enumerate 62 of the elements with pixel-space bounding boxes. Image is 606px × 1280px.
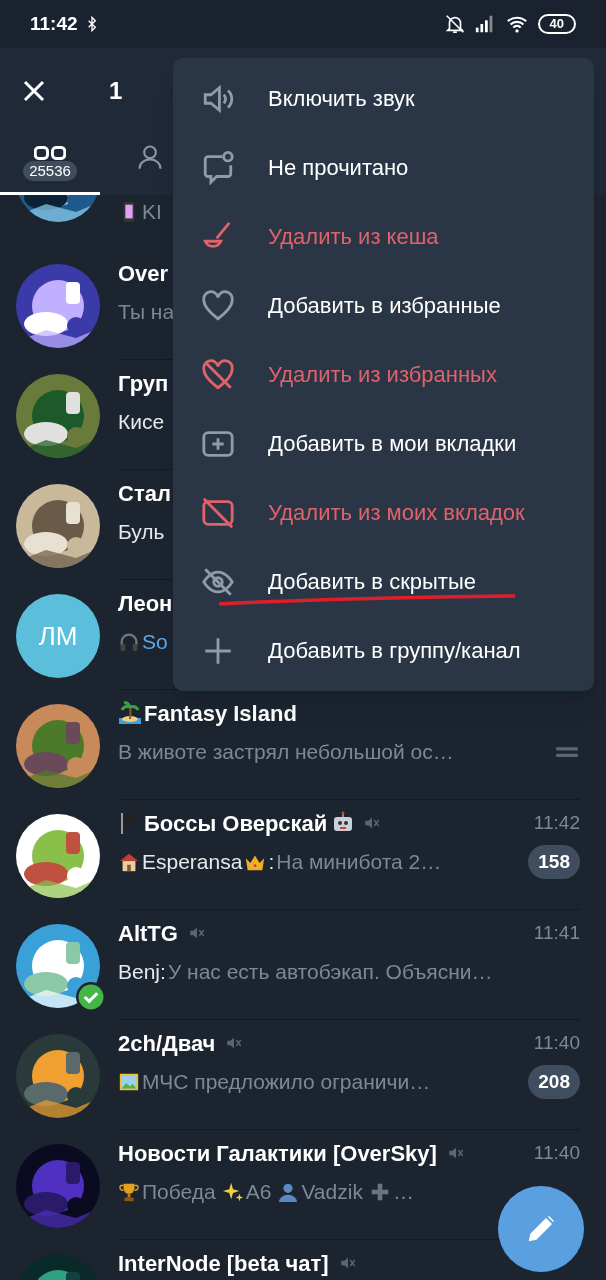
headphones-icon [118, 631, 140, 653]
palm-island-icon [118, 701, 142, 725]
message-time: 11:40 [533, 1030, 580, 1055]
chat-title: AltTG [118, 919, 178, 948]
menu-item[interactable]: Включить звук [173, 64, 594, 133]
close-icon [22, 79, 46, 103]
count-badge: 25536 [23, 160, 77, 181]
message-preview: На минибота 2… [276, 849, 442, 876]
sparkles-icon [221, 1181, 244, 1203]
pencil-icon [526, 1214, 556, 1244]
heart-icon [201, 288, 235, 323]
menu-item[interactable]: Не прочитано [173, 133, 594, 202]
message-preview: МЧС предложило ограничи… [142, 1069, 431, 1096]
link-text[interactable]: So [142, 626, 168, 658]
message-preview: У нас есть автобэкап. Объясни… [167, 959, 493, 986]
menu-item[interactable]: Добавить в мои вкладки [173, 409, 594, 478]
battery-indicator: 40 [537, 14, 576, 34]
crossed-square-icon [201, 495, 235, 530]
chat-title: InterNode [beta чат] [118, 1249, 329, 1278]
menu-item[interactable]: Добавить в скрытые [173, 547, 594, 616]
message-preview: KI [142, 199, 162, 226]
chat-title: 2ch/Двач [118, 1029, 216, 1058]
message-time: 11:41 [533, 920, 580, 945]
person-icon [277, 1181, 300, 1203]
avatar-initials: ЛМ [16, 594, 100, 678]
sender-name: : [268, 849, 275, 876]
chat-title: Стал [118, 479, 171, 508]
framed-picture-icon [118, 1071, 140, 1093]
menu-item[interactable]: Добавить в избранные [173, 271, 594, 340]
chat-bubble-dot-icon [201, 150, 235, 185]
muted-bell-icon [443, 13, 466, 35]
sender-name: Esperansa [142, 849, 243, 876]
menu-item[interactable]: Удалить из моих вкладок [173, 478, 594, 547]
menu-item[interactable]: Добавить в группу/канал [173, 616, 594, 685]
message-preview: В животе застрял небольшой ос… [118, 739, 454, 766]
menu-item[interactable]: Удалить из избранных [173, 340, 594, 409]
unread-count-badge: 158 [528, 845, 580, 879]
message-time: 11:42 [533, 810, 580, 835]
trophy-icon [118, 1181, 140, 1203]
message-time: 11:40 [533, 1140, 580, 1165]
selected-count: 1 [109, 76, 123, 106]
message-preview: … [392, 1179, 414, 1206]
sender-name: Кисе [118, 409, 165, 436]
person-icon [136, 143, 164, 171]
sender-name: Benj: [118, 959, 166, 986]
folders-icon [34, 145, 66, 160]
message-preview: Ты на [118, 299, 175, 326]
sender-name: Буль [118, 519, 165, 546]
menu-item[interactable]: Удалить из кеша [173, 202, 594, 271]
chat-title: Леон [118, 589, 173, 618]
unread-count-badge: 208 [528, 1065, 580, 1099]
chat-title: Fantasy Island [144, 699, 297, 728]
chat-title: Боссы Оверскай [144, 809, 328, 838]
message-preview: Победа [142, 1179, 216, 1206]
message-preview: Vadzik [301, 1179, 363, 1206]
chat-title: Новости Галактики [OverSky] [118, 1139, 437, 1168]
crossed-heart-icon [201, 357, 235, 392]
chat-title: Over [118, 259, 169, 288]
message-preview: A6 [245, 1179, 272, 1206]
house-icon [118, 851, 140, 873]
chat-title: Груп [118, 369, 169, 398]
clock-time: 11:42 [30, 11, 78, 36]
